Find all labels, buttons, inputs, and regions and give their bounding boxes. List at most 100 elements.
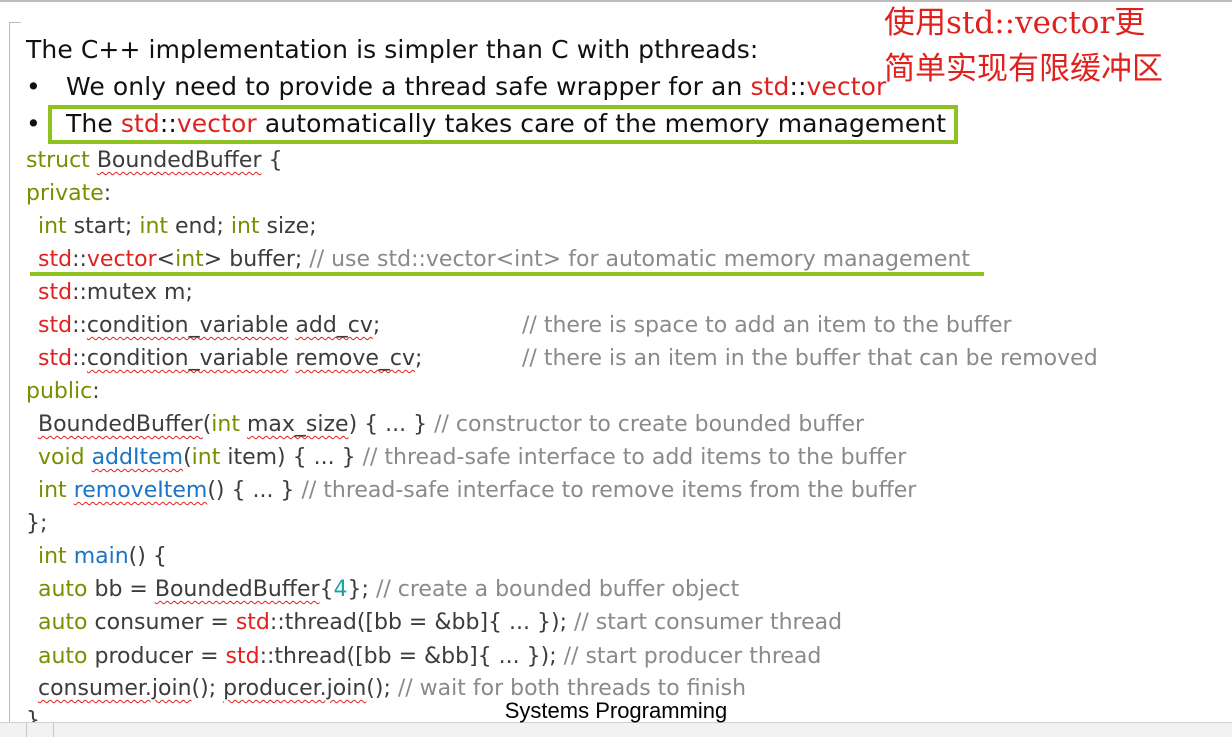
scope-sep: ::: [72, 346, 87, 371]
keyword-int: int: [191, 445, 221, 470]
function-main: main: [73, 544, 129, 569]
var-remove-cv: remove_cv: [295, 346, 416, 371]
code-line-struct: struct BoundedBuffer {: [26, 150, 283, 172]
paren: (: [183, 445, 192, 470]
code-line-main: int main() {: [38, 546, 167, 568]
keyword-auto: auto: [38, 577, 88, 602]
bullet-1-text: We only need to provide a thread safe wr…: [66, 72, 751, 101]
code-line-struct-close: };: [26, 511, 48, 536]
bullet-1-symbol: •: [26, 72, 41, 101]
code-comment: // start producer thread: [563, 644, 822, 669]
function-additem: addItem: [91, 445, 184, 470]
code-comment: // create a bounded buffer object: [375, 577, 740, 602]
main-open: () {: [128, 544, 167, 569]
angle-open: <: [156, 247, 176, 272]
keyword-int: int: [38, 544, 67, 569]
keyword-int: int: [175, 247, 204, 272]
semicolon: ;: [415, 346, 423, 371]
text: end;: [168, 214, 231, 239]
code-line-additem: void addItem(int item) { ... } // thread…: [38, 447, 906, 469]
code-comment: // start consumer thread: [573, 610, 843, 635]
text: start;: [66, 214, 140, 239]
text: ::thread([bb = &bb]{ ... });: [259, 644, 564, 669]
private-colon: :: [103, 181, 112, 206]
vector-token: vector: [86, 247, 157, 272]
highlight-underline: [30, 272, 984, 276]
slide: The C++ implementation is simpler than C…: [0, 0, 1232, 737]
code-line-join: consumer.join(); producer.join(); // wai…: [38, 678, 746, 700]
keyword-int: int: [139, 214, 169, 239]
code-line-ints: int start; int end; int size;: [38, 216, 317, 238]
keyword-int: int: [38, 214, 67, 239]
slide-frame-corner: [9, 22, 21, 23]
annotation-line-2: 简单实现有限缓冲区: [884, 51, 1163, 87]
type-condition-variable: condition_variable: [86, 313, 289, 338]
brace-open: {: [319, 577, 334, 602]
divider: [26, 723, 27, 737]
code-line-removeitem: int removeItem() { ... } // thread-safe …: [38, 480, 916, 502]
keyword-public: public: [26, 379, 93, 404]
code-line-mutex: std::mutex m;: [38, 282, 193, 304]
param-max-size: max_size: [246, 412, 349, 437]
scope-sep: ::: [72, 313, 87, 338]
public-colon: :: [92, 379, 100, 404]
keyword-auto: auto: [38, 644, 88, 669]
keyword-int: int: [230, 214, 260, 239]
slide-frame-top: [0, 0, 1232, 2]
code-line-producer: auto producer = std::thread([bb = &bb]{ …: [38, 646, 821, 668]
code-line-consumer: auto consumer = std::thread([bb = &bb]{ …: [38, 612, 842, 634]
semicolon: ;: [372, 313, 381, 338]
buffer-decl: > buffer;: [203, 247, 310, 272]
keyword-int: int: [38, 478, 67, 503]
slide-frame-left: [9, 22, 10, 736]
constructor-name: BoundedBuffer: [154, 577, 320, 602]
std-token: std: [38, 247, 73, 272]
keyword-void: void: [38, 445, 85, 470]
removeitem-body: () { ... }: [207, 478, 302, 503]
constructor-body: ) { ... }: [348, 412, 435, 437]
slide-heading: The C++ implementation is simpler than C…: [26, 35, 759, 64]
text: size;: [259, 214, 317, 239]
text: producer =: [87, 644, 226, 669]
keyword-struct: struct: [26, 148, 90, 173]
text: bb =: [87, 577, 155, 602]
code-comment: // there is an item in the buffer that c…: [522, 346, 1098, 371]
code-comment: // there is space to add an item to the …: [522, 313, 1012, 338]
type-condition-variable: condition_variable: [86, 346, 289, 371]
annotation-line-1: 使用std::vector更: [884, 5, 1146, 41]
std-token: std: [38, 313, 73, 338]
text: ;: [361, 577, 376, 602]
std-token: std: [225, 644, 260, 669]
code-line-constructor: BoundedBuffer(int max_size) { ... } // c…: [38, 414, 864, 436]
scope-sep: ::: [72, 247, 87, 272]
status-strip: [0, 722, 1232, 737]
additem-body: item) { ... }: [220, 445, 363, 470]
mutex-decl: ::mutex m;: [72, 280, 193, 305]
slide-footer: Systems Programming: [504, 698, 728, 723]
code-line-bb: auto bb = BoundedBuffer{4}; // create a …: [38, 579, 739, 601]
code-comment: // thread-safe interface to add items to…: [362, 445, 907, 470]
function-removeitem: removeItem: [73, 478, 208, 503]
std-token: std: [38, 346, 73, 371]
code-line-private: private:: [26, 183, 111, 205]
constructor-name: BoundedBuffer: [38, 412, 203, 437]
struct-name: BoundedBuffer: [96, 148, 262, 173]
brace-close: }: [347, 577, 362, 602]
code-line-public: public:: [26, 381, 100, 403]
std-token: std: [235, 610, 270, 635]
paren: (: [202, 412, 212, 437]
code-comment: // constructor to create bounded buffer: [434, 412, 865, 437]
highlight-box: [48, 105, 958, 144]
struct-brace: {: [261, 148, 283, 173]
code-line-add-cv: std::condition_variable add_cv;: [38, 315, 380, 337]
bullet-1-std: std: [750, 72, 790, 101]
code-comment: // use std::vector<int> for automatic me…: [309, 247, 971, 272]
number-literal: 4: [333, 577, 348, 602]
std-token: std: [38, 280, 73, 305]
var-add-cv: add_cv: [295, 313, 373, 338]
code-comment: // thread-safe interface to remove items…: [301, 478, 917, 503]
